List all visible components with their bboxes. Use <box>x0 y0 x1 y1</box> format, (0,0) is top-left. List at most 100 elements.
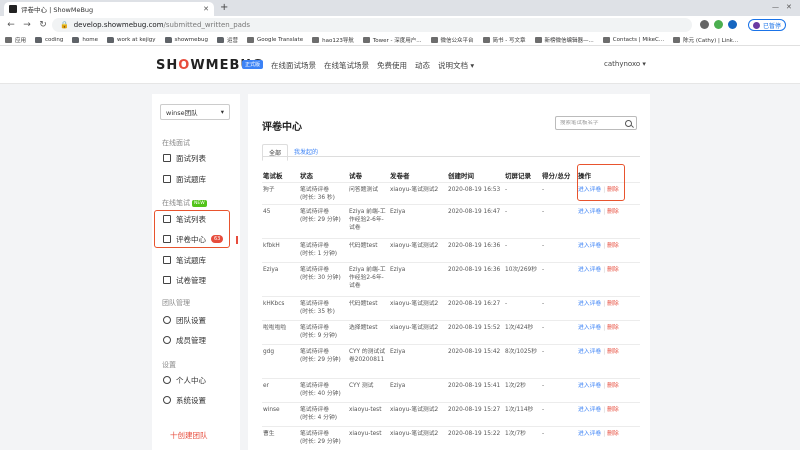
folder-icon <box>72 36 80 43</box>
sidebar-item-team-settings[interactable]: 团队设置 <box>160 311 232 329</box>
address-bar[interactable]: 🔒 develop.showmebug.com/submitted_writte… <box>52 18 692 32</box>
score: - <box>542 186 545 193</box>
enter-review-link[interactable]: 进入评卷 <box>578 209 601 215</box>
showmebug-favicon-icon <box>9 5 17 13</box>
paper-name: 代码题test <box>349 242 378 249</box>
sidebar-item-member-manage[interactable]: 成员管理 <box>160 331 232 349</box>
paper-name: 代码题test <box>349 300 378 307</box>
enter-review-link[interactable]: 进入评卷 <box>578 383 601 389</box>
browser-tab[interactable]: 评卷中心 | ShowMeBug ✕ <box>4 2 214 16</box>
column-header: 发卷者 <box>390 171 410 180</box>
extension-icon[interactable] <box>728 20 737 29</box>
delete-link[interactable]: 删除 <box>607 243 619 249</box>
nav-written-scenario[interactable]: 在线笔试场景 <box>324 60 369 71</box>
folder-icon <box>35 36 43 43</box>
enter-review-link[interactable]: 进入评卷 <box>578 301 601 307</box>
enter-review-link[interactable]: 进入评卷 <box>578 325 601 331</box>
bookmark-label: 微信公众平台 <box>440 37 474 44</box>
team-select[interactable]: winse团队 ▾ <box>160 104 230 120</box>
search-icon[interactable] <box>625 119 632 127</box>
user-menu[interactable]: cathynoxo ▾ <box>604 60 646 68</box>
site-icon <box>430 36 438 43</box>
bookmark-item[interactable]: 陈元 (Cathy) | Link... <box>673 36 738 44</box>
delete-link[interactable]: 删除 <box>607 267 619 273</box>
delete-link[interactable]: 删除 <box>607 407 619 413</box>
browser-toolbar: ← → ↻ 🔒 develop.showmebug.com/submitted_… <box>0 16 800 34</box>
bookmark-item[interactable]: Tower - 深度用户... <box>362 36 422 44</box>
pad-name: kHKbcs <box>263 300 285 307</box>
gear-icon <box>163 396 171 404</box>
bookmark-item[interactable]: Contacts | MikeC... <box>602 36 664 43</box>
nav-free-trial[interactable]: 免费使用 <box>377 60 407 71</box>
browser-tab-bar: 评卷中心 | ShowMeBug ✕ + — ✕ <box>0 0 800 16</box>
sidebar-item-personal-center[interactable]: 个人中心 <box>160 371 232 389</box>
minimize-window-icon[interactable]: — <box>772 3 779 11</box>
tab-mine[interactable]: 我发起的 <box>288 144 324 161</box>
logo-text-o: O <box>178 58 191 73</box>
bookmark-item[interactable]: 微信公众平台 <box>430 36 474 44</box>
bookmark-item[interactable]: 新榜微信编辑器—... <box>534 36 594 44</box>
enter-review-link[interactable]: 进入评卷 <box>578 431 601 437</box>
sidebar-item-label: 系统设置 <box>176 395 206 405</box>
bookmarks-bar: 应用 coding home work at kejigy showmebug 运营 Goo… <box>0 34 800 46</box>
bookmark-label: Tower - 深度用户... <box>372 37 422 44</box>
reload-icon[interactable]: ↻ <box>38 20 48 30</box>
bookmark-item[interactable]: 运营 <box>216 36 238 44</box>
delete-link[interactable]: 删除 <box>607 209 619 215</box>
bookmark-item[interactable]: Google Translate <box>246 36 303 43</box>
nav-news[interactable]: 动态 <box>415 60 430 71</box>
enter-review-link[interactable]: 进入评卷 <box>578 267 601 273</box>
sidebar-item-interview-list[interactable]: 面试列表 <box>160 149 232 167</box>
delete-link[interactable]: 删除 <box>607 349 619 355</box>
bookmark-item[interactable]: work at kejigy <box>107 36 156 43</box>
bookmark-item[interactable]: hao123导航 <box>312 36 354 44</box>
close-window-icon[interactable]: ✕ <box>786 3 792 11</box>
team-settings-icon <box>163 316 171 324</box>
search-input[interactable] <box>560 120 622 126</box>
paper-name: CYY 测试 <box>349 382 374 389</box>
enter-review-link[interactable]: 进入评卷 <box>578 243 601 249</box>
created-time: 2020-08-19 15:41 <box>448 382 501 389</box>
paper-name: xiaoyu-test <box>349 430 382 437</box>
enter-review-link[interactable]: 进入评卷 <box>578 349 601 355</box>
forward-arrow-icon[interactable]: → <box>22 20 32 30</box>
sidebar: winse团队 ▾ 在线面试 面试列表 面试题库 在线笔试 NEW 笔试列表 评卷… <box>152 94 240 450</box>
delete-link[interactable]: 删除 <box>607 325 619 331</box>
delete-link[interactable]: 删除 <box>607 431 619 437</box>
group-title-settings: 设置 <box>162 361 176 369</box>
new-tab-icon[interactable]: + <box>220 2 228 14</box>
url-host: develop.showmebug.com <box>73 21 164 29</box>
pad-name: 45 <box>263 208 271 215</box>
table-row: 啦啦啦啦 笔试待评卷 (时长: 9 分钟) 选择题test xiaoyu-笔试测试2 20… <box>262 319 640 344</box>
sidebar-item-system-settings[interactable]: 系统设置 <box>160 391 232 409</box>
lock-icon: 🔒 <box>60 21 69 29</box>
sidebar-item-label: 试卷管理 <box>176 275 206 285</box>
sidebar-item-written-bank[interactable]: 笔试题库 <box>160 251 232 269</box>
tab-all[interactable]: 全部 <box>262 144 289 161</box>
site-icon <box>482 36 490 43</box>
profile-button[interactable]: 已暂停 <box>748 19 787 31</box>
nav-docs-dropdown[interactable]: 说明文档 ▾ <box>438 60 474 71</box>
sidebar-item-interview-bank[interactable]: 面试题库 <box>160 170 232 188</box>
bookmark-item[interactable]: showmebug <box>164 36 208 43</box>
review-table: 笔试板 状态 试卷 发卷者 创建时间 切屏记录 得分/总分 操作 狗子 笔试待评卷… <box>262 168 640 450</box>
sidebar-item-label: 面试题库 <box>176 174 206 184</box>
sidebar-item-paper-manage[interactable]: 试卷管理 <box>160 271 232 289</box>
delete-link[interactable]: 删除 <box>607 383 619 389</box>
score: - <box>542 430 545 437</box>
column-header: 状态 <box>300 171 313 180</box>
bookmark-item[interactable]: 应用 <box>5 36 26 44</box>
bookmark-star-icon[interactable] <box>700 20 709 29</box>
delete-link[interactable]: 删除 <box>607 301 619 307</box>
back-arrow-icon[interactable]: ← <box>6 20 16 30</box>
bookmark-item[interactable]: coding <box>35 36 63 43</box>
extension-icon[interactable] <box>714 20 723 29</box>
sender-name: Eziya <box>390 382 406 389</box>
bookmark-item[interactable]: home <box>72 36 98 43</box>
switch-record: 10次/269秒 <box>505 266 537 273</box>
bookmark-item[interactable]: 简书 - 写文章 <box>482 36 526 44</box>
create-team-button[interactable]: 十创建团队 <box>170 430 208 441</box>
nav-interview-scenario[interactable]: 在线面试场景 <box>271 60 316 71</box>
close-tab-icon[interactable]: ✕ <box>203 5 209 13</box>
enter-review-link[interactable]: 进入评卷 <box>578 407 601 413</box>
